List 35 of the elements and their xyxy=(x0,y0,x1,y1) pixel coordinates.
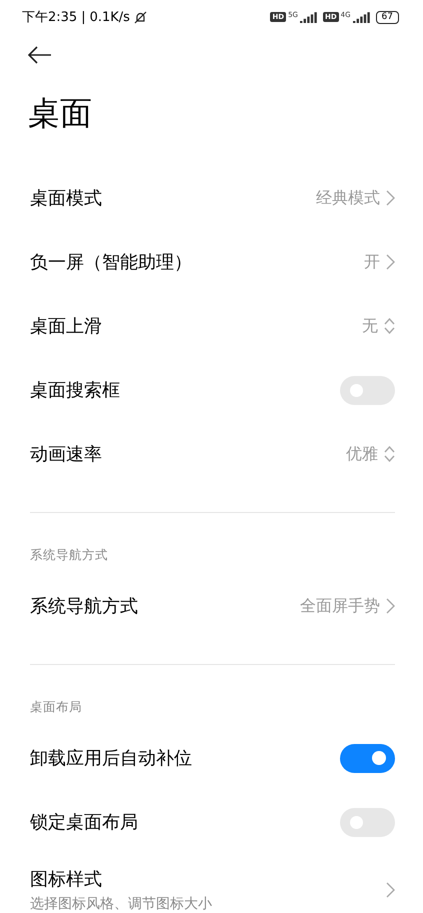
chevron-right-icon xyxy=(386,190,395,206)
chevron-right-icon xyxy=(386,882,395,898)
status-time: 下午2:35 xyxy=(22,9,78,26)
toggle-switch[interactable] xyxy=(340,376,395,404)
setting-label: 系统导航方式 xyxy=(30,595,139,618)
back-arrow-icon[interactable] xyxy=(28,46,52,64)
setting-value: 全面屏手势 xyxy=(300,596,380,616)
status-separator: | xyxy=(81,10,86,24)
battery-icon: 67 xyxy=(376,10,399,24)
setting-label: 桌面搜索框 xyxy=(30,379,121,402)
setting-value: 经典模式 xyxy=(316,188,380,208)
setting-label: 负一屏（智能助理） xyxy=(30,251,193,274)
page-title: 桌面 xyxy=(28,93,93,134)
section-header: 桌面布局 xyxy=(30,699,83,716)
signal-icon xyxy=(352,11,371,23)
section-header: 系统导航方式 xyxy=(30,547,109,564)
chevron-right-icon xyxy=(386,254,395,270)
network-speed: 0.1K/s xyxy=(90,10,130,24)
toggle-switch[interactable] xyxy=(340,808,395,836)
setting-value: 无 xyxy=(362,316,378,336)
setting-label: 图标样式 xyxy=(30,868,103,891)
bell-off-icon xyxy=(134,10,147,24)
setting-label: 桌面上滑 xyxy=(30,315,103,338)
setting-label: 卸载应用后自动补位 xyxy=(30,747,193,770)
setting-value: 优雅 xyxy=(346,444,378,464)
setting-description: 选择图标风格、调节图标大小 xyxy=(30,895,213,913)
signal-icon xyxy=(300,11,318,23)
setting-label: 动画速率 xyxy=(30,443,103,466)
toggle-switch[interactable] xyxy=(340,744,395,772)
setting-label: 桌面模式 xyxy=(30,187,103,210)
setting-value: 开 xyxy=(364,252,380,272)
up-down-arrows-icon xyxy=(384,446,395,462)
up-down-arrows-icon xyxy=(384,318,395,334)
chevron-right-icon xyxy=(386,598,395,614)
setting-label: 锁定桌面布局 xyxy=(30,811,139,834)
